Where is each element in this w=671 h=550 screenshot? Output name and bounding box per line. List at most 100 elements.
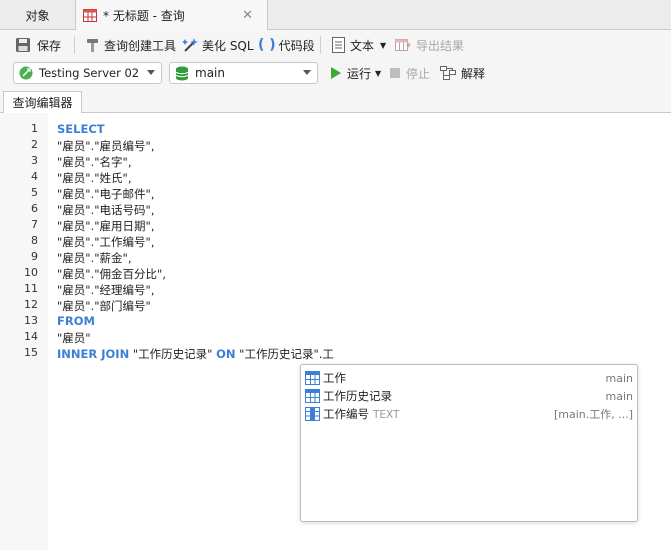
database-icon [175,66,189,80]
line-number: 5 [31,186,38,199]
code-line: "雇员"."电子邮件", [57,186,154,202]
beautify-sql-button[interactable]: 美化 SQL [182,35,254,55]
tab-query[interactable]: * 无标题 - 查询 ✕ [76,0,268,31]
autocomplete-item-name: 工作历史记录 [323,389,392,403]
line-number: 7 [31,218,38,231]
text-label: 文本 [350,38,375,53]
tab-objects-label: 对象 [25,8,50,23]
beautify-sql-label: 美化 SQL [202,38,254,53]
magic-wand-icon [182,38,198,52]
autocomplete-item-scope: [main.工作, ...] [553,408,633,421]
query-builder-button[interactable]: 查询创建工具 [86,35,176,55]
save-icon [16,38,30,52]
chevron-down-icon: ▼ [375,68,382,78]
code-line: "雇员"."雇用日期", [57,218,154,234]
database-value: main [195,66,225,80]
export-results-button[interactable]: 导出结果 [395,35,464,55]
line-number: 11 [24,282,38,295]
autocomplete-item[interactable]: 工作 main [301,369,637,387]
sql-keyword: SELECT [57,122,105,136]
toolbar-divider [320,36,321,54]
sql-text: "雇员" [57,331,91,345]
code-line: "雇员"."名字", [57,154,131,170]
sql-text: "工作历史记录" [129,347,217,361]
play-icon [331,67,341,79]
text-button[interactable]: 文本 ▼ [332,35,386,55]
explain-label: 解释 [461,66,486,81]
code-line: "雇员"."经理编号", [57,282,154,298]
code-line: INNER JOIN "工作历史记录" ON "工作历史记录".工 [57,346,334,362]
code-line: "雇员"."姓氏", [57,170,131,186]
run-button[interactable]: 运行 ▼ [331,63,381,83]
code-line: "雇员"."雇员编号", [57,138,154,154]
line-number: 6 [31,202,38,215]
tab-objects[interactable]: 对象 [0,0,76,30]
query-builder-label: 查询创建工具 [104,38,177,53]
autocomplete-item-type: TEXT [373,409,400,421]
code-line: "雇员"."电话号码", [57,202,154,218]
save-button[interactable]: 保存 [15,35,61,55]
line-number: 13 [24,314,38,327]
code-line: SELECT [57,122,105,136]
database-select[interactable]: main [169,62,318,84]
hammer-icon [87,39,98,52]
sql-text: "雇员"."名字", [57,155,132,169]
autocomplete-item-name: 工作 [323,371,346,385]
close-icon[interactable]: ✕ [242,8,253,23]
explain-icon [440,66,456,80]
connection-select[interactable]: Testing Server 02 [13,62,162,84]
autocomplete-item[interactable]: 工作历史记录 main [301,387,637,405]
query-grid-icon [83,9,97,22]
code-line: "雇员"."佣金百分比", [57,266,166,282]
stop-label: 停止 [406,66,431,81]
run-label: 运行 [347,66,372,81]
sql-keyword: FROM [57,314,95,328]
line-number: 14 [24,330,38,343]
autocomplete-item-scope: main [605,371,633,385]
code-line: "雇员" [57,330,91,346]
chevron-down-icon [147,70,155,75]
stop-button[interactable]: 停止 [390,63,430,83]
export-results-label: 导出结果 [416,38,465,53]
line-number: 1 [31,122,38,135]
sql-text: "雇员"."雇用日期", [57,219,155,233]
sql-text: "雇员"."薪金", [57,251,132,265]
editor-tab-bar: 查询编辑器 [0,91,671,113]
tab-query-editor[interactable]: 查询编辑器 [3,91,82,113]
line-number: 2 [31,138,38,151]
code-line: "雇员"."部门编号" [57,298,151,314]
autocomplete-item-scope: main [605,389,633,403]
sql-keyword: ON [216,347,236,361]
line-number: 15 [24,346,38,359]
sql-text: "雇员"."姓氏", [57,171,132,185]
document-icon [332,37,345,53]
sql-text: "雇员"."经理编号", [57,283,155,297]
line-number: 12 [24,298,38,311]
explain-button[interactable]: 解释 [440,63,485,83]
autocomplete-item-name: 工作编号 TEXT [323,407,400,421]
connection-icon [19,66,33,80]
tab-query-editor-label: 查询编辑器 [12,96,73,110]
code-line: "雇员"."薪金", [57,250,131,266]
code-snippet-icon: ( ) [258,37,276,53]
document-tab-strip: 对象 * 无标题 - 查询 ✕ [0,0,671,31]
sql-text: "雇员"."佣金百分比", [57,267,166,281]
chevron-down-icon: ▼ [380,40,387,50]
connection-value: Testing Server 02 [39,66,140,80]
code-snippet-button[interactable]: ( ) 代码段 [258,35,315,55]
sql-keyword: INNER JOIN [57,347,130,361]
save-label: 保存 [37,38,62,53]
sql-text: "雇员"."电子邮件", [57,187,155,201]
line-number: 9 [31,250,38,263]
code-line: FROM [57,314,95,328]
table-icon [305,371,320,385]
code-line: "雇员"."工作编号", [57,234,154,250]
export-grid-icon [395,39,411,51]
tab-query-label: * 无标题 - 查询 [103,9,185,23]
line-number: 10 [24,266,38,279]
autocomplete-item[interactable]: 工作编号 TEXT [main.工作, ...] [301,405,637,423]
line-number: 3 [31,154,38,167]
sql-text: "雇员"."部门编号" [57,299,151,313]
column-icon [305,407,320,421]
sql-text: "雇员"."电话号码", [57,203,155,217]
